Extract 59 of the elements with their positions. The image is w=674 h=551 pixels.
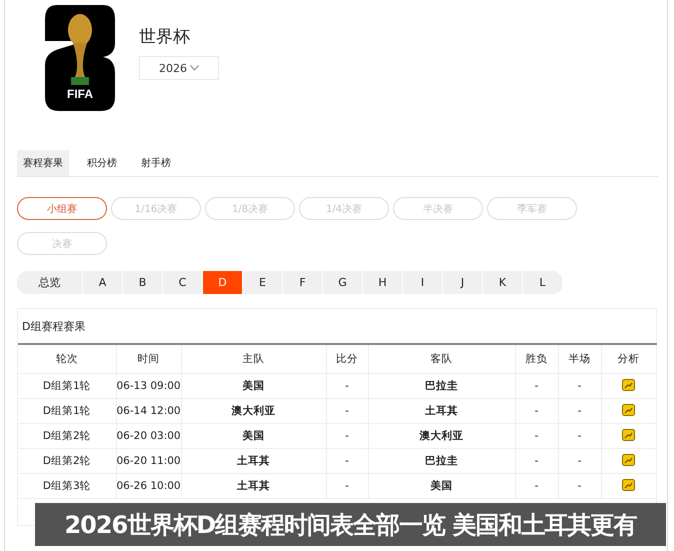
caption-banner: 2026世界杯D组赛程时间表全部一览 美国和土耳其更有 bbox=[35, 503, 666, 546]
table-cell: 澳大利亚 bbox=[181, 398, 326, 424]
column-header: 比分 bbox=[326, 344, 368, 374]
table-cell: - bbox=[515, 374, 558, 398]
table-cell: 土耳其 bbox=[181, 474, 326, 498]
table-cell: - bbox=[326, 374, 368, 398]
table-cell: - bbox=[515, 398, 558, 424]
table-cell: 土耳其 bbox=[368, 398, 515, 424]
group-tab[interactable]: 总览 bbox=[17, 271, 83, 294]
table-cell: - bbox=[515, 448, 558, 474]
table-cell: 06-14 12:00 bbox=[116, 398, 181, 424]
tab[interactable]: 射手榜 bbox=[135, 150, 177, 176]
table-cell: 巴拉圭 bbox=[368, 448, 515, 474]
table-cell: - bbox=[558, 448, 601, 474]
chart-icon[interactable] bbox=[622, 454, 635, 466]
stage-pill[interactable]: 小组赛 bbox=[17, 197, 107, 220]
column-header: 胜负 bbox=[515, 344, 558, 374]
table-cell: D组第1轮 bbox=[18, 398, 116, 424]
column-header: 客队 bbox=[368, 344, 515, 374]
table-title: D组赛程赛果 bbox=[21, 318, 86, 334]
table-cell: 澳大利亚 bbox=[368, 424, 515, 448]
table-cell: 美国 bbox=[181, 374, 326, 398]
column-header: 分析 bbox=[601, 344, 656, 374]
table-cell: - bbox=[558, 474, 601, 498]
table-cell: 06-20 11:00 bbox=[116, 448, 181, 474]
table-cell: D组第3轮 bbox=[18, 474, 116, 498]
table-cell: - bbox=[558, 374, 601, 398]
table-cell: 巴拉圭 bbox=[368, 374, 515, 398]
table-cell: D组第2轮 bbox=[18, 448, 116, 474]
table-cell: - bbox=[326, 398, 368, 424]
chart-icon[interactable] bbox=[622, 478, 635, 490]
season-dropdown[interactable]: 2026 bbox=[139, 56, 219, 80]
table-cell: 美国 bbox=[368, 474, 515, 498]
table-cell: 美国 bbox=[181, 424, 326, 448]
table-cell: - bbox=[326, 448, 368, 474]
table-cell: D组第2轮 bbox=[18, 424, 116, 448]
chart-icon[interactable] bbox=[622, 378, 635, 390]
chart-icon[interactable] bbox=[622, 404, 635, 416]
chart-icon[interactable] bbox=[622, 428, 635, 440]
tab[interactable]: 赛程赛果 bbox=[17, 150, 69, 176]
column-header: 时间 bbox=[116, 344, 181, 374]
page-title: 世界杯 bbox=[139, 26, 191, 48]
logo-text: FIFA bbox=[66, 87, 94, 101]
tab[interactable]: 积分榜 bbox=[81, 150, 123, 176]
table-cell: 06-20 03:00 bbox=[116, 424, 181, 448]
column-header: 主队 bbox=[181, 344, 326, 374]
table-cell: - bbox=[515, 424, 558, 448]
column-header: 半场 bbox=[558, 344, 601, 374]
chevron-down-icon bbox=[190, 65, 199, 71]
table-cell: D组第1轮 bbox=[18, 374, 116, 398]
table-cell: 06-13 09:00 bbox=[116, 374, 181, 398]
table-cell: - bbox=[326, 474, 368, 498]
table-cell: 土耳其 bbox=[181, 448, 326, 474]
table-cell: - bbox=[558, 398, 601, 424]
column-header: 轮次 bbox=[18, 344, 116, 374]
table-cell: 06-26 10:00 bbox=[116, 474, 181, 498]
table-cell: - bbox=[326, 424, 368, 448]
table-cell: - bbox=[515, 474, 558, 498]
table-cell: - bbox=[558, 424, 601, 448]
